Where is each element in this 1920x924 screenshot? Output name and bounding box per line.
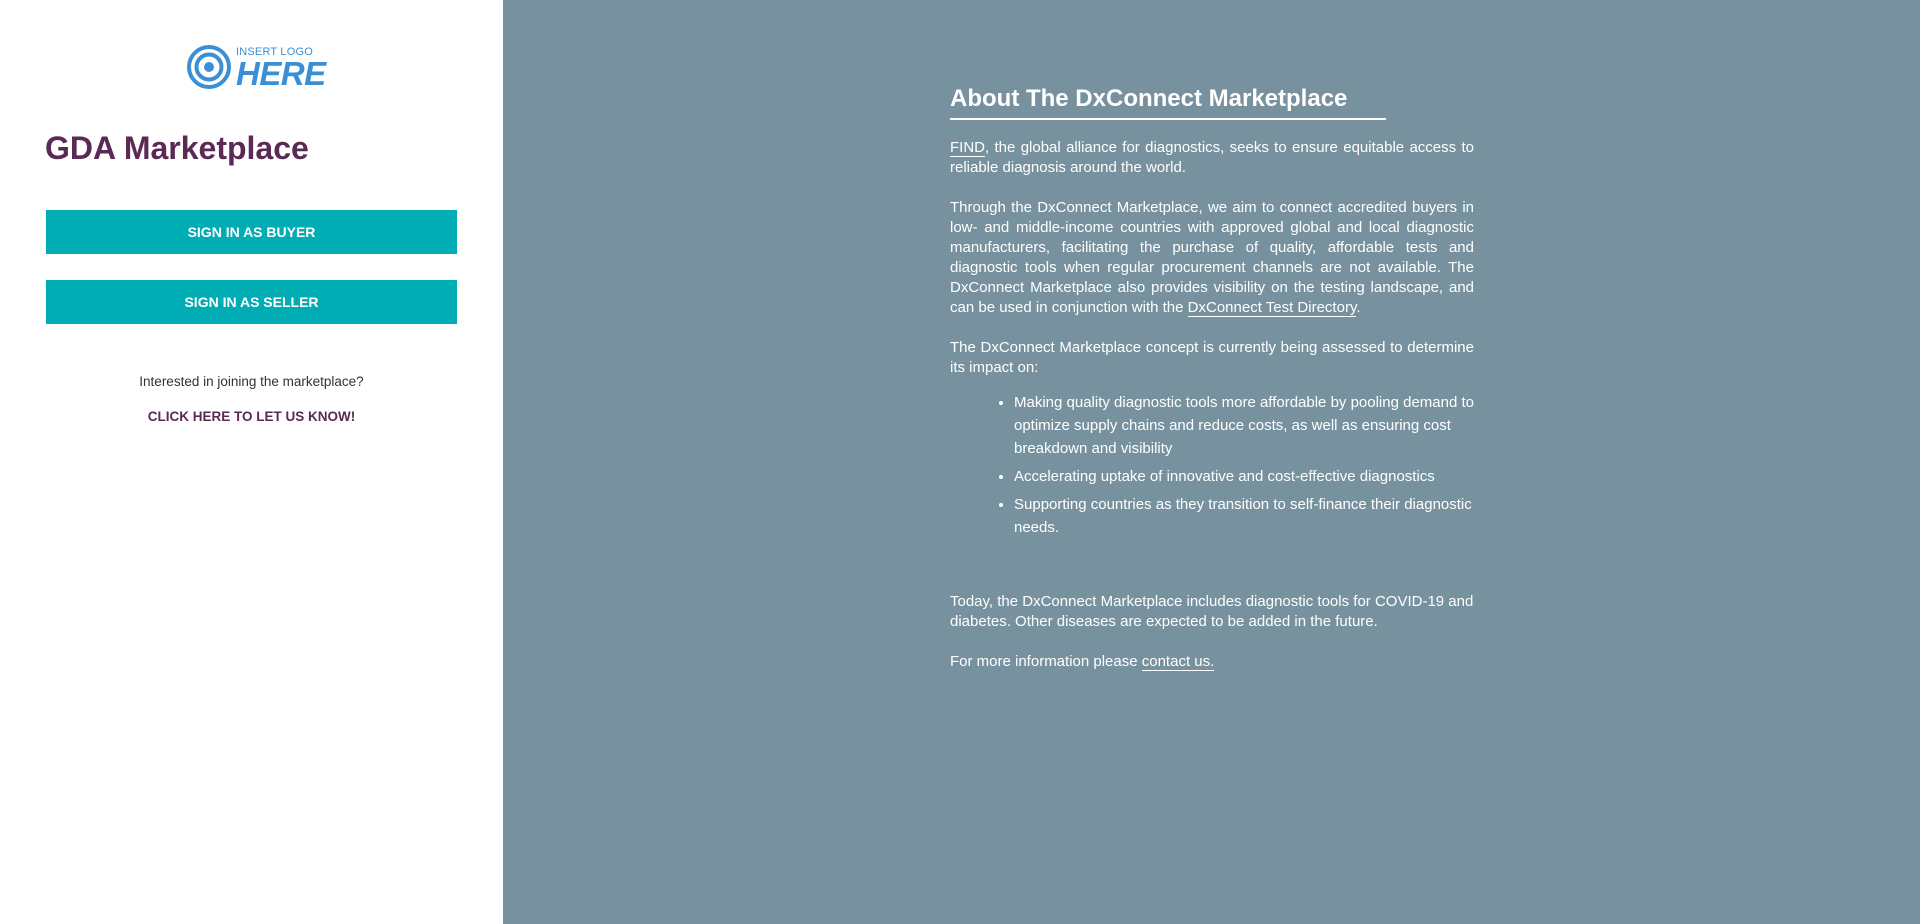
purpose-end: . — [1356, 299, 1361, 316]
about-paragraph-today: Today, the DxConnect Marketplace include… — [950, 593, 1474, 630]
impact-list: Making quality diagnostic tools more aff… — [950, 391, 1474, 539]
test-directory-link[interactable]: DxConnect Test Directory — [1187, 299, 1357, 317]
sign-in-buyer-button[interactable]: SIGN IN AS BUYER — [46, 210, 457, 254]
about-panel: About The DxConnect Marketplace FIND, th… — [503, 0, 1920, 924]
page: INSERT LOGO HERE GDA Marketplace SIGN IN… — [0, 0, 1920, 924]
join-marketplace-link[interactable]: CLICK HERE TO LET US KNOW! — [0, 409, 503, 424]
logo-big-text: HERE — [236, 54, 326, 92]
about-content: About The DxConnect Marketplace FIND, th… — [950, 84, 1474, 672]
about-paragraph-assessment: The DxConnect Marketplace concept is cur… — [950, 339, 1474, 376]
join-prompt-text: Interested in joining the marketplace? — [139, 374, 364, 389]
list-item: Supporting countries as they transition … — [1014, 493, 1474, 539]
about-paragraph-contact: For more information please contact us. — [950, 652, 1474, 672]
sign-in-panel: INSERT LOGO HERE GDA Marketplace SIGN IN… — [0, 0, 503, 924]
list-item: Accelerating uptake of innovative and co… — [1014, 465, 1474, 488]
about-paragraph-intro: FIND, the global alliance for diagnostic… — [950, 138, 1474, 178]
intro-text: , the global alliance for diagnostics, s… — [950, 139, 1474, 176]
contact-text: For more information please — [950, 653, 1142, 670]
about-paragraph-purpose: Through the DxConnect Marketplace, we ai… — [950, 198, 1474, 318]
sign-in-seller-button[interactable]: SIGN IN AS SELLER — [46, 280, 457, 324]
logo: INSERT LOGO HERE — [186, 42, 326, 92]
page-title: GDA Marketplace — [45, 130, 309, 166]
contact-us-link[interactable]: contact us. — [1141, 653, 1215, 671]
target-logo-icon — [187, 45, 231, 89]
list-item: Making quality diagnostic tools more aff… — [1014, 391, 1474, 460]
find-link[interactable]: FIND — [950, 139, 985, 157]
about-heading: About The DxConnect Marketplace — [950, 84, 1386, 120]
